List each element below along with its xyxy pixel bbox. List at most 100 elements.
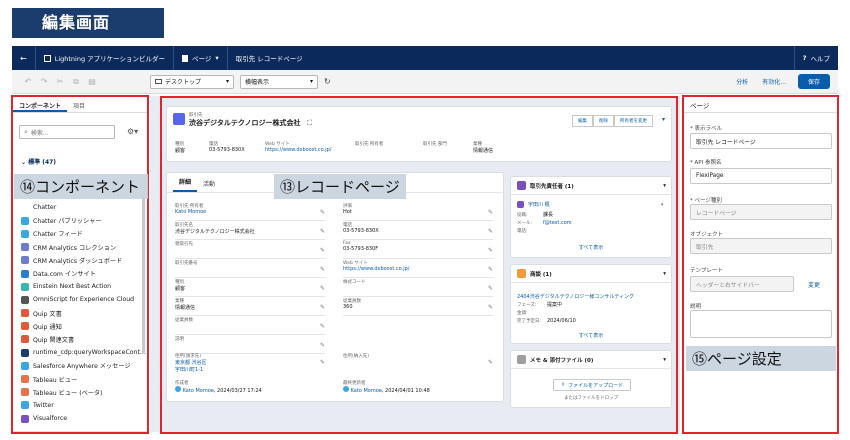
files-related-card[interactable]: メモ & 添付ファイル (0) ▾ ⇪ ファイルをアップロード またはファイルをドロ… <box>510 350 672 408</box>
record-action-button[interactable]: 編集 <box>572 115 593 127</box>
back-button[interactable]: ← <box>12 46 36 70</box>
contact-icon <box>517 181 526 190</box>
chevron-down-icon: ▾ <box>309 78 313 85</box>
component-item[interactable]: Chatter パブリッシャー <box>21 214 145 227</box>
edit-pencil-icon[interactable]: ✎ <box>320 304 325 311</box>
component-item[interactable]: Einstein Next Best Action <box>21 280 145 293</box>
refresh-icon[interactable]: ↻ <box>324 77 331 86</box>
edit-pencil-icon[interactable]: ✎ <box>488 285 493 292</box>
detail-field: 取引先 所有者 Kato Momoe ✎ <box>175 203 325 221</box>
component-item[interactable]: Chatter フィード <box>21 227 145 240</box>
paste-icon[interactable]: ▤ <box>84 77 100 86</box>
contacts-related-card[interactable]: 取引先責任者 (1) ▾ 宇田川 楓 ▾ 役職: 課長 メール: f@test.com… <box>510 176 672 258</box>
page-name: 取引先 レコードページ <box>235 55 303 63</box>
component-item[interactable]: CRM Analytics ダッシュボード <box>21 254 145 267</box>
redo-icon[interactable]: ↷ <box>36 77 52 86</box>
field-divider <box>175 334 325 335</box>
scrollbar[interactable] <box>142 193 145 353</box>
component-item[interactable]: Salesforce Anywhere メッセージ <box>21 359 145 372</box>
upload-files-button[interactable]: ⇪ ファイルをアップロード <box>553 379 631 391</box>
tab-fields[interactable]: 項目 <box>67 97 91 112</box>
opportunity-name-link[interactable]: 2404渋谷デジタルテクノロジー様コンサルティング <box>517 293 634 300</box>
upload-icon: ⇪ <box>560 382 566 388</box>
page-type-field: レコードページ <box>690 204 832 220</box>
edit-pencil-icon[interactable]: ✎ <box>488 247 493 254</box>
edit-pencil-icon[interactable]: ✎ <box>488 209 493 216</box>
builder-icon <box>43 54 51 62</box>
chevron-down-icon[interactable]: ▾ <box>663 357 666 363</box>
view-all-link[interactable]: すべて表示 <box>511 332 671 339</box>
component-icon <box>21 388 29 397</box>
tab-components[interactable]: コンポーネント <box>13 97 68 112</box>
detail-field: 説明 ✎ <box>175 336 325 354</box>
component-item[interactable]: runtime_cdp:queryWorkspaceCont... <box>21 346 146 359</box>
account-icon <box>173 113 185 125</box>
chevron-down-icon[interactable]: ▾ <box>661 202 664 208</box>
chevron-down-icon[interactable]: ▾ <box>663 271 666 277</box>
components-annotation: ⑭コンポーネント <box>14 174 148 199</box>
chevron-down-icon[interactable]: ▾ <box>663 183 666 189</box>
component-item[interactable]: Quip 関連文書 <box>21 333 145 346</box>
edit-pencil-icon[interactable]: ✎ <box>488 359 493 366</box>
detail-field: 種別 顧客 ✎ <box>175 279 325 297</box>
view-all-link[interactable]: すべて表示 <box>511 244 671 251</box>
standard-section-header[interactable]: ⌄ 標準 (47) <box>21 157 56 166</box>
highlight-field: 電話 03-5793-830X <box>209 142 245 153</box>
component-item[interactable]: CRM Analytics コレクション <box>21 241 145 254</box>
analyze-link[interactable]: 分析 <box>736 77 748 86</box>
tab-activity[interactable]: 活動 <box>197 179 221 192</box>
component-icon <box>21 309 29 318</box>
chevron-down-icon[interactable]: ▾ <box>662 116 665 123</box>
view-select[interactable]: 横幅表示 ▾ <box>240 74 318 89</box>
component-list: Chatter Chatter パブリッシャー Chatter フィード CRM An… <box>21 201 146 425</box>
record-action-button[interactable]: 削除 <box>593 115 614 127</box>
save-button[interactable]: 保存 <box>797 74 830 89</box>
undo-icon[interactable]: ↶ <box>20 77 36 86</box>
component-item[interactable]: Chatter <box>21 201 145 214</box>
component-item[interactable]: Quip 通知 <box>21 320 145 333</box>
cut-icon[interactable]: ✂ <box>52 77 68 86</box>
component-icon <box>21 414 29 423</box>
field-divider <box>343 277 493 278</box>
gear-icon[interactable]: ⚙▾ <box>127 127 138 136</box>
record-highlights-panel[interactable]: 取引先 渋谷デジタルテクノロジー株式会社 ⛶ 編集 削除 所有者を変更 ▾ 種別 顧客… <box>166 106 672 162</box>
component-item[interactable]: Visualforce <box>21 412 145 425</box>
component-item[interactable]: Quip 文書 <box>21 307 145 320</box>
copy-icon[interactable]: ⧉ <box>68 77 84 87</box>
opportunity-icon <box>517 269 526 278</box>
edit-pencil-icon[interactable]: ✎ <box>320 247 325 254</box>
edit-pencil-icon[interactable]: ✎ <box>488 266 493 273</box>
edit-pencil-icon[interactable]: ✎ <box>488 304 493 311</box>
edit-pencil-icon[interactable]: ✎ <box>320 342 325 349</box>
edit-pencil-icon[interactable]: ✎ <box>320 266 325 273</box>
edit-pencil-icon[interactable]: ✎ <box>320 228 325 235</box>
component-icon <box>21 229 29 238</box>
component-item[interactable]: Tableau ビュー <box>21 372 145 385</box>
component-item[interactable]: Tableau ビュー (ベータ) <box>21 386 145 399</box>
help-link[interactable]: ? ヘルプ <box>793 46 838 70</box>
detail-card[interactable]: 詳細 活動 取引先 所有者 Kato Momoe ✎ 取引先名 渋谷デジタルテクノロジー… <box>166 172 504 402</box>
description-textarea[interactable] <box>690 310 832 338</box>
api-name-input[interactable]: FlexiPage <box>690 168 832 184</box>
edit-pencil-icon[interactable]: ✎ <box>320 323 325 330</box>
component-item[interactable]: OmniScript for Experience Cloud <box>21 293 145 306</box>
detail-field: 取引先名 渋谷デジタルテクノロジー株式会社 ✎ <box>175 222 325 240</box>
tab-detail[interactable]: 詳細 <box>173 177 198 192</box>
record-action-button[interactable]: 所有者を変更 <box>614 115 653 127</box>
component-search-input[interactable]: ⌕ 検索... <box>19 125 115 139</box>
edit-pencil-icon[interactable]: ✎ <box>320 285 325 292</box>
component-item[interactable]: Twitter <box>21 399 145 412</box>
edit-pencil-icon[interactable]: ✎ <box>488 228 493 235</box>
edit-pencil-icon[interactable]: ✎ <box>320 209 325 216</box>
page-label-input[interactable]: 取引先 レコードページ <box>690 133 832 149</box>
field-divider <box>343 296 493 297</box>
activate-link[interactable]: 有効化... <box>762 77 786 86</box>
change-template-link[interactable]: 変更 <box>808 280 820 289</box>
hierarchy-icon[interactable]: ⛶ <box>307 119 312 127</box>
opportunities-related-card[interactable]: 商談 (1) ▾ 2404渋谷デジタルテクノロジー様コンサルティング フェーズ: 提… <box>510 264 672 344</box>
device-select[interactable]: デスクトップ ▾ <box>150 74 234 89</box>
page-menu[interactable]: ページ ▾ <box>174 46 228 70</box>
contact-name-link[interactable]: 宇田川 楓 <box>528 201 550 208</box>
edit-pencil-icon[interactable]: ✎ <box>320 359 325 366</box>
component-item[interactable]: Data.com インサイト <box>21 267 145 280</box>
